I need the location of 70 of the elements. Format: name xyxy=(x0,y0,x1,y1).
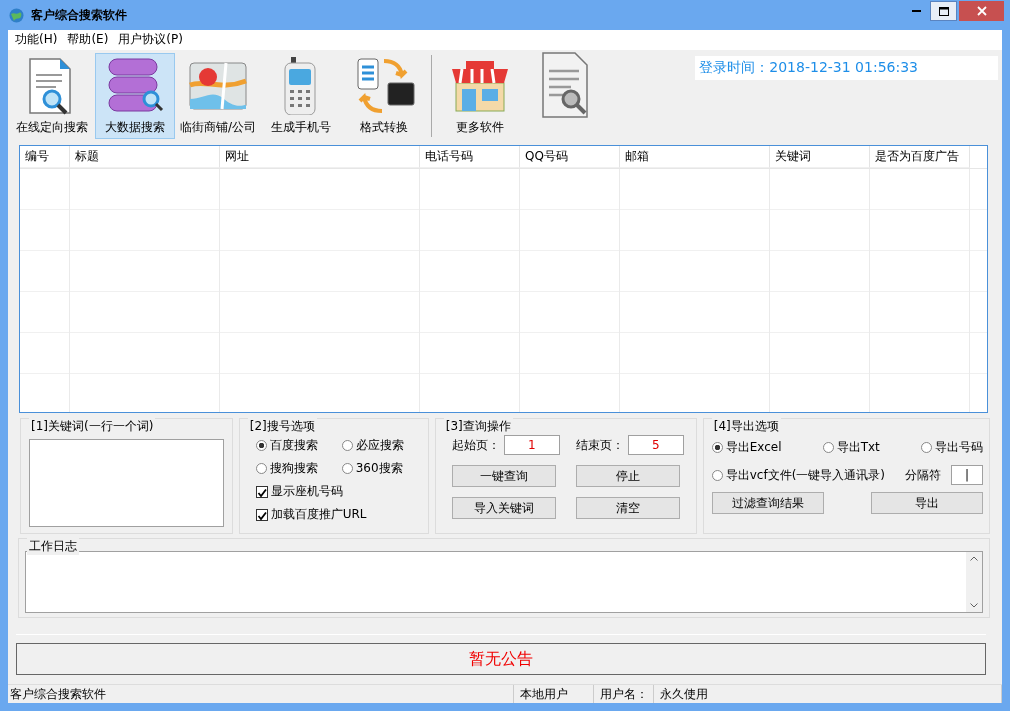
column-header: 编号 xyxy=(20,145,70,168)
check-icon xyxy=(256,510,267,521)
toolbar-button[interactable]: 在线定向搜索 xyxy=(12,52,92,139)
app-globe-icon xyxy=(8,6,25,24)
status-text: 永久使用 xyxy=(654,685,1002,703)
group-title: 工作日志 xyxy=(27,538,79,556)
end-page-field[interactable]: 5 xyxy=(627,435,684,456)
checkbox[interactable] xyxy=(255,508,268,521)
column-header: 网址 xyxy=(220,145,420,168)
checkbox-label: 显示座机号码 xyxy=(270,483,343,501)
scrollbar[interactable] xyxy=(966,552,982,613)
action-button[interactable]: 停止 xyxy=(575,465,680,488)
radio-label: 导出Txt xyxy=(836,439,880,457)
radio-label: 导出Excel xyxy=(725,439,782,457)
close-button[interactable] xyxy=(959,1,1004,21)
radio-button[interactable] xyxy=(711,442,723,454)
separator-label: 分隔符 xyxy=(905,466,941,484)
maximize-icon xyxy=(938,6,949,16)
status-text: 用户名： xyxy=(594,685,654,703)
status-text: 客户综合搜索软件 xyxy=(8,685,514,703)
scroll-up-icon xyxy=(970,556,978,562)
radio-label: 360搜索 xyxy=(355,460,403,478)
maximize-button[interactable] xyxy=(930,1,957,21)
window-title: 客户综合搜索软件 xyxy=(31,6,127,24)
action-button[interactable]: 清空 xyxy=(575,497,680,520)
column-header: 标题 xyxy=(70,145,220,168)
radio-label: 必应搜索 xyxy=(355,437,404,455)
radio-label: 搜狗搜索 xyxy=(269,460,318,478)
menu-item[interactable]: 帮助(E) xyxy=(62,31,114,49)
check-icon xyxy=(256,487,267,498)
separator-field[interactable]: | xyxy=(951,465,983,486)
column-header: 电话号码 xyxy=(420,145,520,168)
close-icon xyxy=(976,6,987,16)
toolbar-button[interactable]: 大数据搜索 xyxy=(95,52,175,139)
toolbar-button[interactable]: 生成手机号 xyxy=(261,52,341,139)
action-button[interactable]: 导入关键词 xyxy=(451,497,556,520)
column-header: 邮箱 xyxy=(620,145,770,168)
column-header: 关键词 xyxy=(770,145,870,168)
radio-button[interactable] xyxy=(822,442,834,454)
menu-item[interactable]: 功能(H) xyxy=(10,31,63,49)
end-page-label: 结束页： xyxy=(575,436,624,454)
checkbox[interactable] xyxy=(255,485,268,498)
menu-item[interactable]: 用户协议(P) xyxy=(113,31,188,49)
keywords-textarea[interactable] xyxy=(29,439,224,528)
checkbox-label: 加载百度推广URL xyxy=(270,506,367,524)
minimize-icon xyxy=(912,10,921,12)
notice-text: 暂无公告 xyxy=(16,643,986,676)
action-button[interactable]: 过滤查询结果 xyxy=(711,492,824,515)
column-header: 是否为百度广告 xyxy=(870,145,970,168)
toolbar-button[interactable]: 格式转换 xyxy=(344,52,424,139)
radio-label: 百度搜索 xyxy=(269,437,318,455)
radio-label: 导出号码 xyxy=(935,439,983,457)
radio-button[interactable] xyxy=(255,440,267,452)
column-header: QQ号码 xyxy=(520,145,620,168)
radio-label: 导出vcf文件(一键导入通讯录) xyxy=(725,466,886,484)
action-button[interactable]: 一键查询 xyxy=(451,465,556,488)
radio-button[interactable] xyxy=(711,469,723,481)
start-page-label: 起始页： xyxy=(451,436,500,454)
toolbar-button[interactable]: 更多软件 xyxy=(440,52,520,139)
radio-button[interactable] xyxy=(255,463,267,475)
work-log-textarea[interactable] xyxy=(25,551,983,614)
radio-button[interactable] xyxy=(341,463,353,475)
radio-button[interactable] xyxy=(341,440,353,452)
toolbar-button[interactable]: 临街商铺/公司 xyxy=(178,52,258,139)
radio-button[interactable] xyxy=(921,442,932,454)
scroll-down-icon xyxy=(970,603,978,609)
action-button[interactable]: 导出 xyxy=(871,492,983,515)
start-page-field[interactable]: 1 xyxy=(503,435,560,456)
status-text: 本地用户 xyxy=(514,685,594,703)
login-time-label: 登录时间：2018-12-31 01:56:33 xyxy=(695,55,998,80)
